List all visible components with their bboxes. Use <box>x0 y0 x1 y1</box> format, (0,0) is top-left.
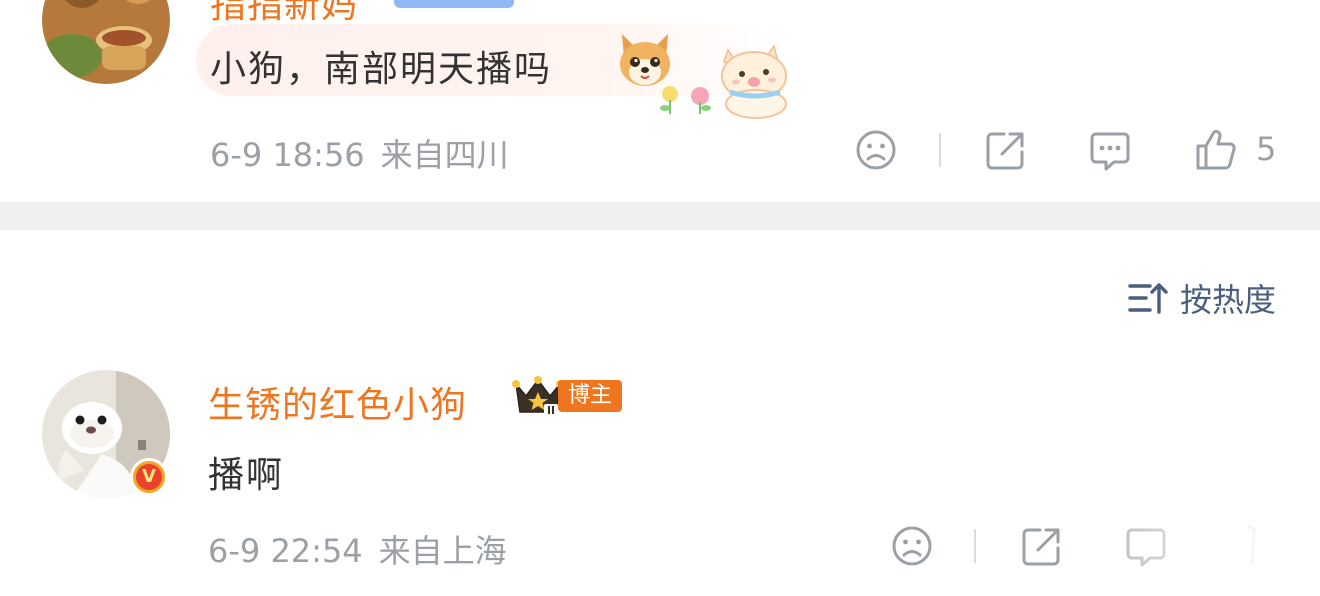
sort-label: 按热度 <box>1179 281 1276 319</box>
comment-meta: 6-9 18:56 来自四川 <box>210 130 525 176</box>
vip-badge-icon: V <box>130 458 168 496</box>
sort-icon <box>1128 283 1168 314</box>
section-divider <box>0 202 1320 230</box>
dislike-button[interactable] <box>854 128 898 172</box>
dislike-button[interactable] <box>890 524 934 568</box>
comment-item: 指指新妈 小狗，南部明天播吗 6-9 18:56 来自四川 5 <box>0 0 1320 202</box>
comment-time: 6-9 18:56 <box>210 136 365 174</box>
blogger-badge-group: 博主 <box>512 374 623 418</box>
vip-glyph: V <box>136 464 162 490</box>
comment-location: 来自四川 <box>380 136 509 174</box>
comment-icon <box>1090 132 1130 171</box>
comment-meta: 6-9 22:54 来自上海 <box>208 526 523 572</box>
share-button[interactable] <box>984 128 1028 172</box>
badge-icon <box>394 0 514 8</box>
avatar[interactable] <box>42 0 170 84</box>
comment-time: 6-9 22:54 <box>208 532 363 570</box>
sad-face-icon <box>856 130 896 170</box>
comment-location: 来自上海 <box>378 532 507 570</box>
sad-face-icon <box>892 526 932 566</box>
blogger-badge: 博主 <box>558 380 623 412</box>
action-divider <box>974 529 976 563</box>
action-divider <box>939 133 941 167</box>
comment-button[interactable] <box>1088 128 1132 172</box>
sort-by-hot-button[interactable]: 按热度 <box>1128 276 1276 320</box>
thumbs-up-icon <box>1196 129 1236 170</box>
cat-sticker-icon <box>656 42 790 120</box>
comment-text: 小狗，南部明天播吗 <box>210 49 553 90</box>
share-button[interactable] <box>1020 524 1064 568</box>
share-icon <box>1022 528 1060 566</box>
comment-text: 播啊 <box>208 455 285 496</box>
comment-username[interactable]: 生锈的红色小狗 <box>208 376 467 428</box>
like-button[interactable] <box>1194 128 1238 172</box>
share-icon <box>986 132 1024 170</box>
overlay-fade <box>1060 500 1320 596</box>
like-count: 5 <box>1256 130 1277 168</box>
crown-icon <box>512 374 564 418</box>
